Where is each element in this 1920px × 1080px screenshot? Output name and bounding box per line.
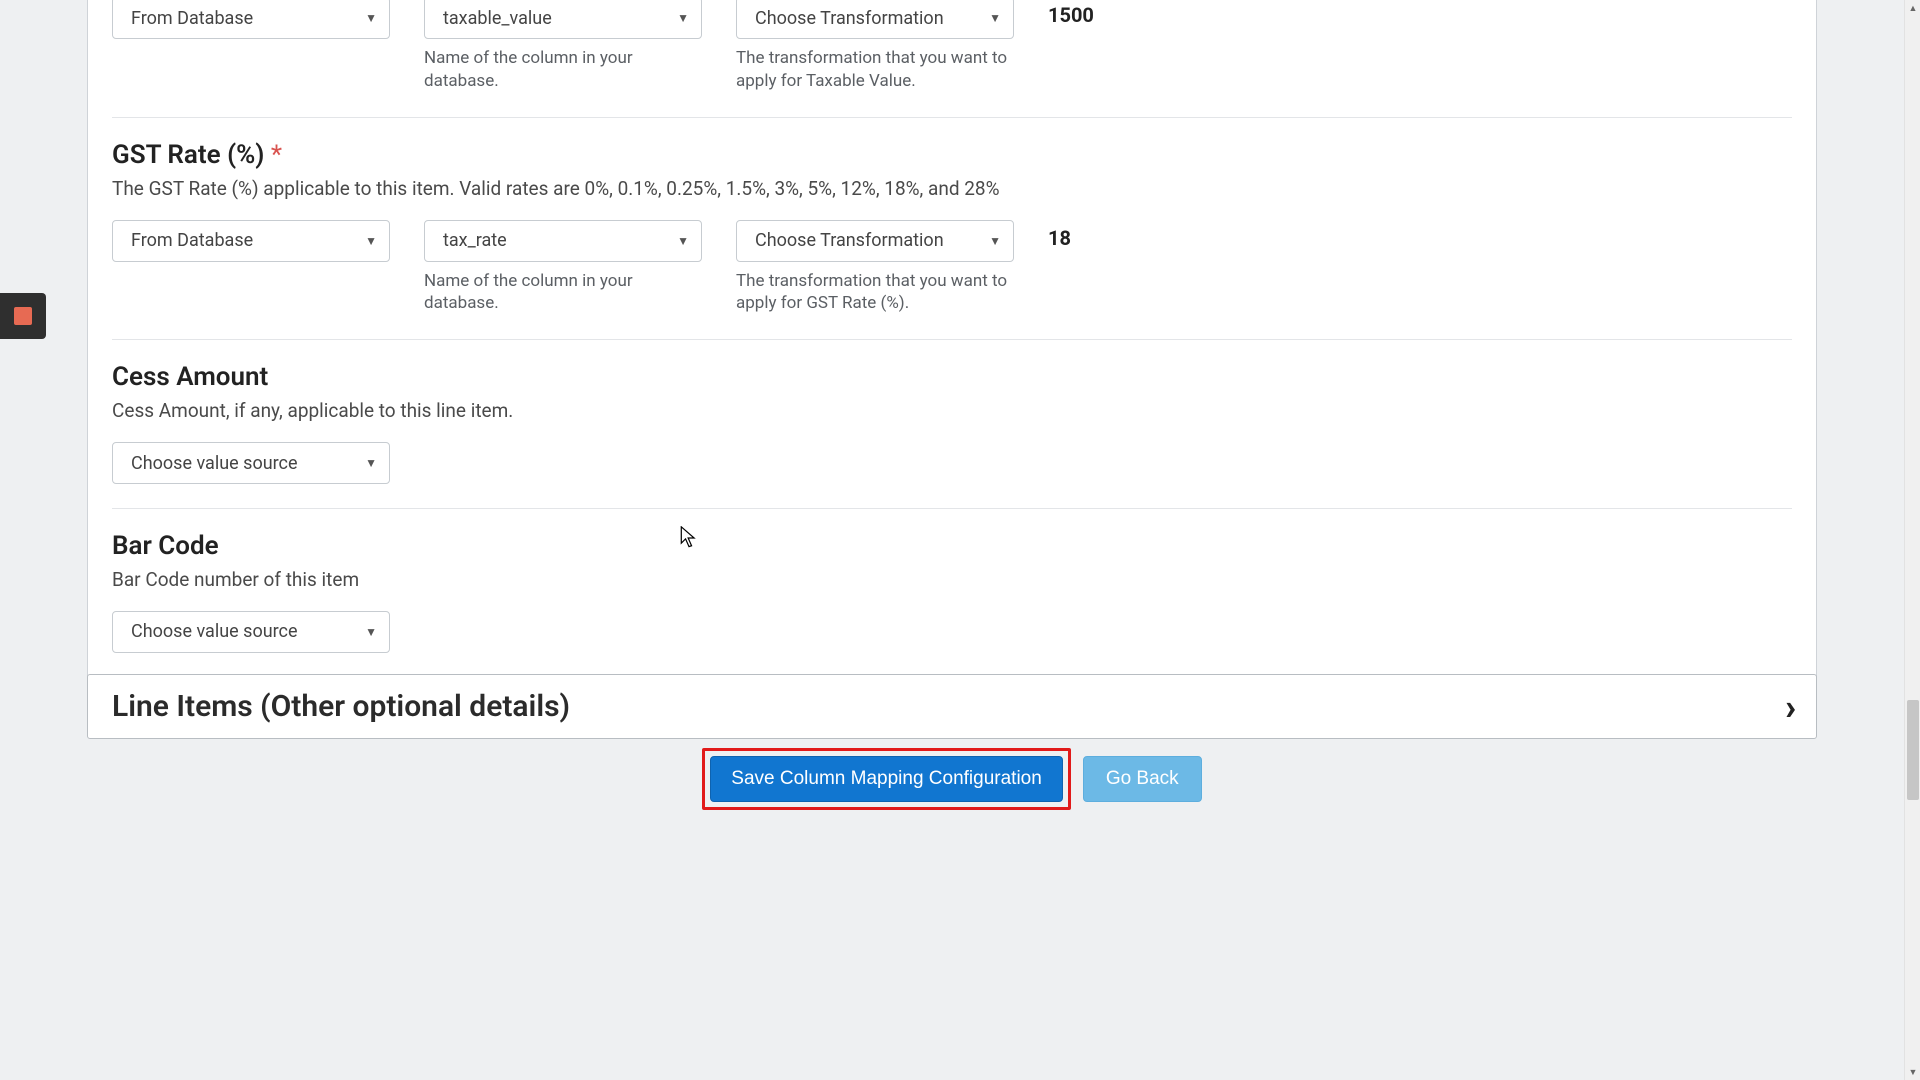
taxable-value-source-select[interactable]: From Database ▼ [112,0,390,39]
highlight-annotation: Save Column Mapping Configuration [702,748,1071,810]
select-value: taxable_value [443,8,552,29]
select-value: From Database [131,8,253,29]
field-block-cess-amount: Cess Amount Cess Amount, if any, applica… [112,340,1792,509]
gst-rate-preview: 18 [1048,226,1071,250]
accordion-title: Line Items (Other optional details) [112,689,570,724]
transform-helper-text: The transformation that you want to appl… [736,47,1014,93]
gst-rate-source-select[interactable]: From Database ▼ [112,220,390,262]
accordion-line-items-optional[interactable]: Line Items (Other optional details) › [87,674,1817,739]
required-star: * [271,140,282,170]
cess-amount-source-select[interactable]: Choose value source ▼ [112,442,390,484]
field-title: GST Rate (%) * [112,140,1792,170]
select-value: Choose Transformation [755,8,944,29]
chevron-down-icon: ▼ [365,234,377,248]
scroll-up-button[interactable]: ▲ [1905,0,1920,16]
gst-rate-column-select[interactable]: tax_rate ▼ [424,220,702,262]
record-icon [14,307,32,325]
bar-code-source-select[interactable]: Choose value source ▼ [112,611,390,653]
select-value: tax_rate [443,230,507,251]
taxable-value-column-select[interactable]: taxable_value ▼ [424,0,702,39]
scrollbar-thumb[interactable] [1907,700,1919,800]
side-handle[interactable] [0,293,46,339]
chevron-down-icon: ▼ [989,234,1001,248]
select-value: Choose Transformation [755,230,944,251]
chevron-down-icon: ▼ [365,625,377,639]
field-description: Cess Amount, if any, applicable to this … [112,398,1792,424]
column-helper-text: Name of the column in your database. [424,47,702,93]
field-block-bar-code: Bar Code Bar Code number of this item Ch… [112,509,1792,659]
select-value: From Database [131,230,253,251]
scroll-down-button[interactable]: ▼ [1905,1064,1920,1080]
chevron-down-icon: ▼ [677,234,689,248]
taxable-value-transform-select[interactable]: Choose Transformation ▼ [736,0,1014,39]
go-back-button[interactable]: Go Back [1083,756,1202,802]
field-title: Cess Amount [112,362,1792,392]
chevron-right-icon: › [1785,689,1796,725]
gst-rate-transform-select[interactable]: Choose Transformation ▼ [736,220,1014,262]
select-value: Choose value source [131,621,298,642]
field-title-text: GST Rate (%) [112,140,264,170]
transform-helper-text: The transformation that you want to appl… [736,270,1014,316]
save-configuration-button[interactable]: Save Column Mapping Configuration [710,756,1063,802]
select-value: Choose value source [131,453,298,474]
field-description: The GST Rate (%) applicable to this item… [112,176,1792,202]
column-helper-text: Name of the column in your database. [424,270,702,316]
field-title: Bar Code [112,531,1792,561]
field-block-taxable-value: From Database ▼ taxable_value ▼ Name of … [112,0,1792,118]
vertical-scrollbar[interactable]: ▲ ▼ [1904,0,1920,1080]
chevron-down-icon: ▼ [677,11,689,25]
field-block-gst-rate: GST Rate (%) * The GST Rate (%) applicab… [112,118,1792,341]
chevron-down-icon: ▼ [365,456,377,470]
taxable-value-preview: 1500 [1048,3,1094,27]
mapping-panel: From Database ▼ taxable_value ▼ Name of … [87,0,1817,688]
field-description: Bar Code number of this item [112,567,1792,593]
action-button-row: Save Column Mapping Configuration Go Bac… [87,748,1817,810]
chevron-down-icon: ▼ [989,11,1001,25]
chevron-down-icon: ▼ [365,11,377,25]
